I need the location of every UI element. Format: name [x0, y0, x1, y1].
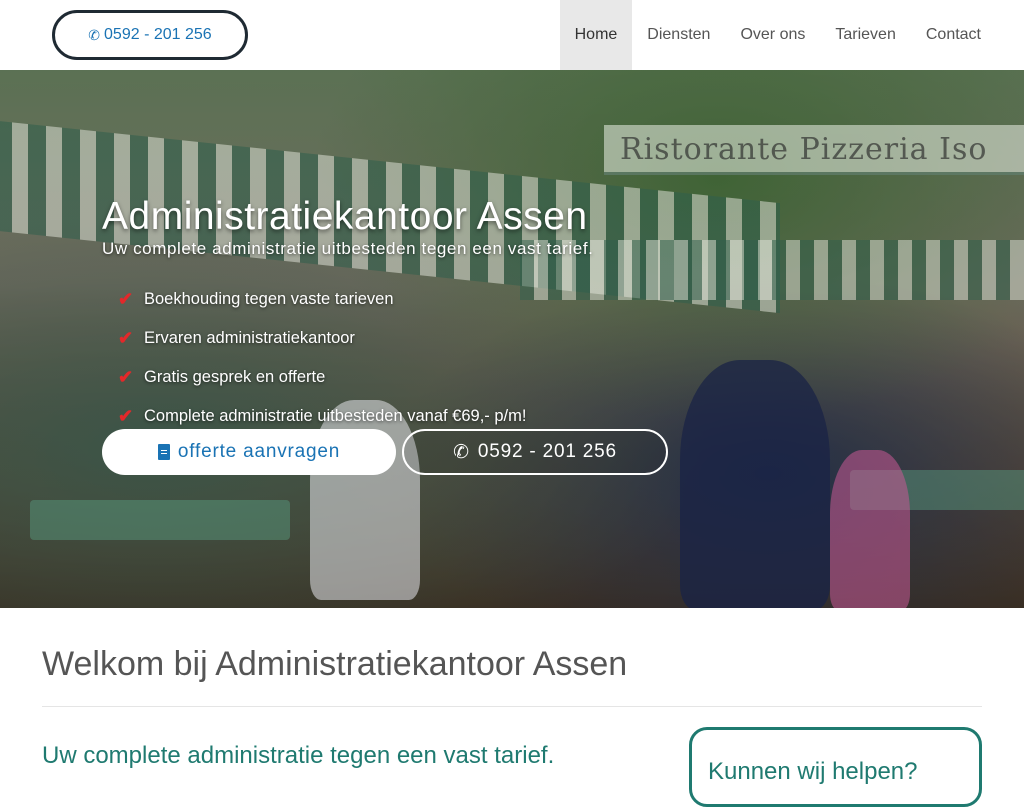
feature-text: Boekhouding tegen vaste tarieven — [144, 290, 394, 308]
hero-phone-button[interactable]: ✆ 0592 - 201 256 — [402, 429, 668, 475]
check-icon: ✔ — [118, 406, 134, 426]
hero-buttons: offerte aanvragen ✆ 0592 - 201 256 — [102, 429, 668, 475]
nav-item-contact[interactable]: Contact — [911, 0, 996, 70]
help-box: Kunnen wij helpen? — [689, 727, 982, 807]
header-phone-button[interactable]: ✆ 0592 - 201 256 — [52, 10, 248, 60]
feature-text: Ervaren administratiekantoor — [144, 329, 355, 347]
help-box-title: Kunnen wij helpen? — [708, 758, 918, 785]
main-menu: Home Diensten Over ons Tarieven Contact — [559, 0, 996, 70]
header-phone-label: 0592 - 201 256 — [104, 26, 212, 43]
check-icon: ✔ — [118, 289, 134, 309]
offerte-button-label: offerte aanvragen — [177, 441, 341, 462]
hero-photo-person — [680, 360, 830, 608]
navbar: ✆ 0592 - 201 256 Home Diensten Over ons … — [0, 0, 1024, 70]
check-icon: ✔ — [118, 328, 134, 348]
offerte-aanvragen-button[interactable]: offerte aanvragen — [102, 429, 396, 475]
hero-photo-table — [30, 500, 290, 540]
nav-item-diensten[interactable]: Diensten — [632, 0, 725, 70]
section-divider — [42, 706, 982, 707]
hero-photo-awning-right — [520, 240, 1024, 300]
phone-icon: ✆ — [453, 441, 470, 463]
hero-subtitle: Uw complete administratie uitbesteden te… — [102, 239, 594, 258]
phone-icon: ✆ — [88, 26, 101, 43]
nav-item-over-ons[interactable]: Over ons — [725, 0, 820, 70]
feature-item: ✔ Gratis gesprek en offerte — [102, 358, 593, 397]
feature-list: ✔ Boekhouding tegen vaste tarieven ✔ Erv… — [102, 280, 593, 436]
hero-phone-label: 0592 - 201 256 — [477, 441, 617, 462]
feature-text: Gratis gesprek en offerte — [144, 368, 326, 386]
hero-content: Administratiekantoor Assen Uw complete a… — [102, 195, 593, 436]
hero-photo-sign-text: Ristorante Pizzeria Iso — [620, 132, 988, 167]
nav-item-tarieven[interactable]: Tarieven — [820, 0, 910, 70]
welcome-subheading: Uw complete administratie tegen een vast… — [42, 742, 555, 769]
check-icon: ✔ — [118, 367, 134, 387]
document-icon — [157, 444, 170, 460]
welcome-title: Welkom bij Administratiekantoor Assen — [42, 645, 628, 683]
feature-item: ✔ Boekhouding tegen vaste tarieven — [102, 280, 593, 319]
hero-photo-person — [830, 450, 910, 608]
hero-banner: Ristorante Pizzeria Iso Administratiekan… — [0, 70, 1024, 608]
feature-item: ✔ Ervaren administratiekantoor — [102, 319, 593, 358]
feature-text: Complete administratie uitbesteden vanaf… — [144, 407, 527, 425]
hero-title: Administratiekantoor Assen — [102, 195, 588, 238]
nav-item-home[interactable]: Home — [559, 0, 633, 70]
